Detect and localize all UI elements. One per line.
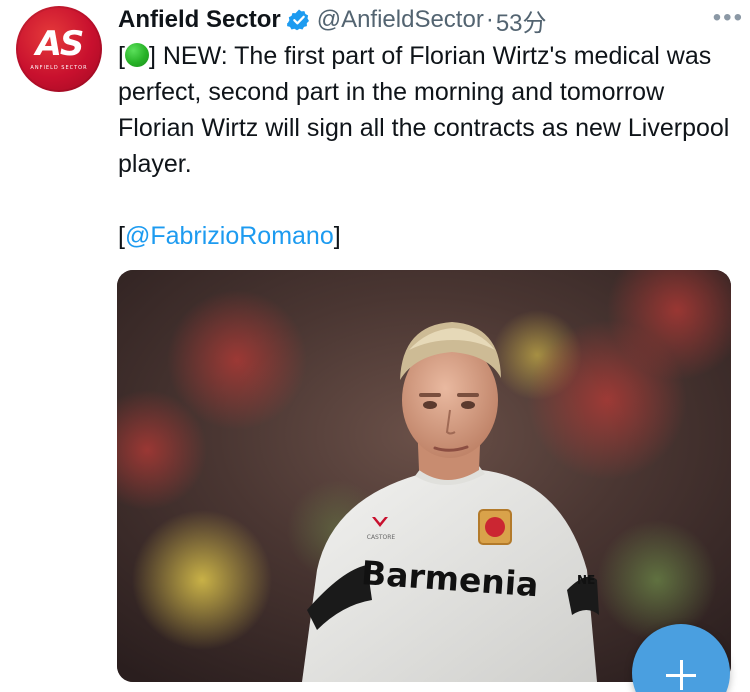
avatar[interactable]: AS ANFIELD SECTOR: [16, 6, 102, 92]
timestamp[interactable]: 53分: [496, 3, 547, 38]
tweet-header: Anfield Sector @AnfieldSector · 53分: [118, 2, 736, 38]
jersey-partial-text: NE: [577, 573, 595, 587]
author-handle[interactable]: @AnfieldSector: [317, 6, 484, 34]
tweet-media-photo[interactable]: CASTORE Barmenia NE: [117, 270, 731, 682]
credit-bracket-close: ]: [333, 222, 341, 250]
verified-badge-icon: [286, 8, 311, 32]
bracket-open: [: [118, 42, 125, 70]
tweet-body-text: ] NEW: The first part of Florian Wirtz's…: [118, 42, 730, 178]
mention-link[interactable]: @FabrizioRomano: [125, 222, 334, 250]
player-photo: CASTORE Barmenia NE: [117, 270, 731, 682]
avatar-subtext: ANFIELD SECTOR: [30, 65, 88, 71]
more-options-icon[interactable]: •••: [713, 4, 744, 32]
tweet-credit: [@FabrizioRomano]: [118, 218, 738, 254]
green-circle-emoji: [124, 43, 149, 67]
author-name[interactable]: Anfield Sector: [118, 6, 281, 34]
separator-dot: ·: [485, 6, 494, 33]
tweet-body: [] NEW: The first part of Florian Wirtz'…: [118, 38, 738, 182]
avatar-monogram: AS: [35, 24, 85, 64]
tweet-text: [] NEW: The first part of Florian Wirtz'…: [118, 38, 738, 254]
credit-bracket-open: [: [118, 222, 125, 250]
tweet[interactable]: AS ANFIELD SECTOR Anfield Sector @Anfiel…: [0, 0, 750, 692]
jersey-brand-text: CASTORE: [367, 534, 396, 541]
